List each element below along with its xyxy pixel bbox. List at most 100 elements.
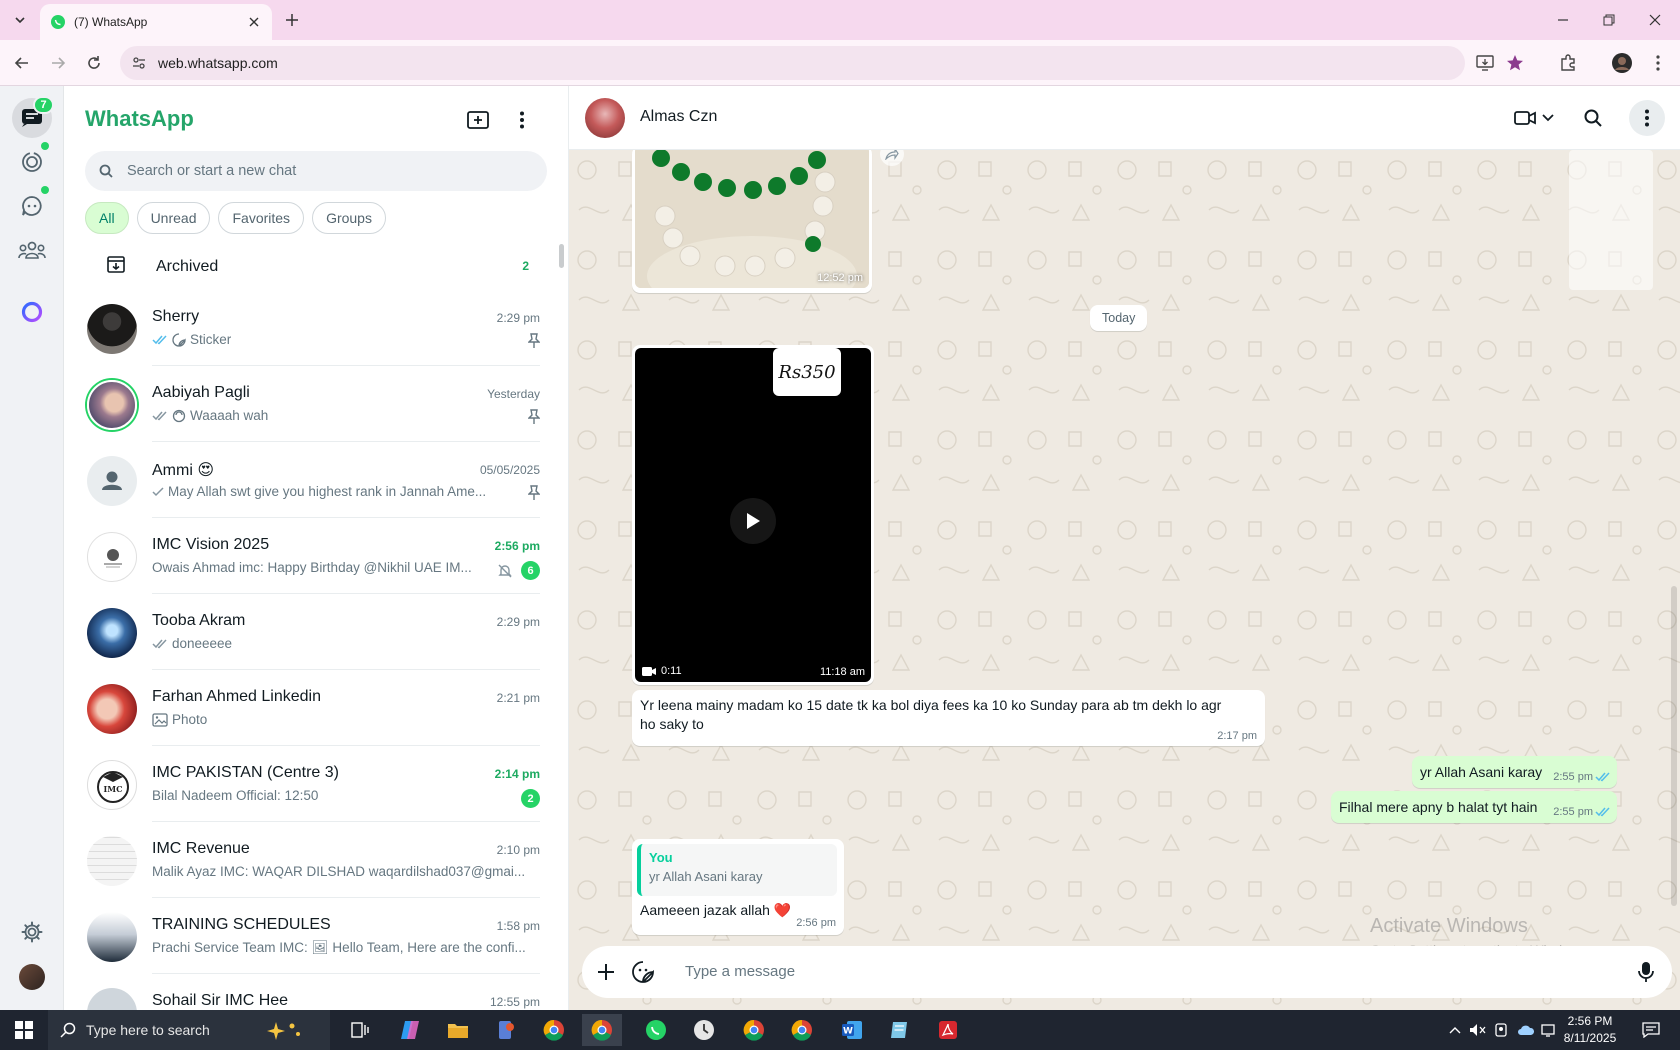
chrome-active-icon[interactable] <box>582 1014 622 1046</box>
taskbar-clock[interactable]: 2:56 PM 8/11/2025 <box>1551 1013 1629 1047</box>
communities-icon <box>18 239 46 261</box>
new-tab-button[interactable] <box>280 8 304 32</box>
chat-row-ammi[interactable]: Ammi 😍 05/05/2025 May Allah swt give you… <box>64 442 559 518</box>
volume-muted-icon[interactable] <box>1466 1010 1490 1050</box>
chat-row-imc-pakistan-centre-3[interactable]: IMC IMC PAKISTAN (Centre 3) 2:14 pm Bila… <box>64 746 559 822</box>
chat-name: IMC Revenue <box>152 840 250 857</box>
clock-app-icon[interactable] <box>684 1014 724 1046</box>
play-button[interactable] <box>730 498 776 544</box>
double-check-blue-icon <box>152 334 168 345</box>
windows-taskbar: Type here to search W 2:56 PM 8/11/2025 <box>0 1010 1680 1050</box>
chrome-icon[interactable] <box>534 1014 574 1046</box>
app-pin-icon[interactable] <box>486 1014 526 1046</box>
sticker-emoji-icon[interactable] <box>629 958 657 986</box>
meet-now-icon[interactable] <box>1490 1010 1514 1050</box>
svg-text:W: W <box>843 1027 853 1037</box>
clock-date: 8/11/2025 <box>1563 1031 1617 1045</box>
extensions-icon[interactable] <box>1556 51 1580 75</box>
archive-icon <box>106 254 126 274</box>
chat-list-menu-icon[interactable] <box>508 106 536 134</box>
task-view-icon[interactable] <box>340 1014 380 1046</box>
whatsapp-app-icon[interactable] <box>636 1014 676 1046</box>
double-check-blue-icon <box>1595 771 1611 782</box>
forward-button[interactable] <box>46 51 70 75</box>
default-avatar <box>87 456 137 506</box>
archived-row[interactable]: Archived 2 <box>64 242 568 290</box>
chat-row-sohail-sir[interactable]: Sohail Sir IMC Hee 12:55 pm <box>64 974 559 1010</box>
image-message[interactable]: 12:52 pm <box>632 150 872 293</box>
file-explorer-icon[interactable] <box>438 1014 478 1046</box>
reply-message[interactable]: You yr Allah Asani karay Aameeen jazak a… <box>632 839 844 935</box>
close-window-button[interactable] <box>1632 0 1678 40</box>
outgoing-message-1[interactable]: yr Allah Asani karay 2:55 pm <box>1412 756 1617 788</box>
quoted-message[interactable]: You yr Allah Asani karay <box>637 844 837 896</box>
tab-search-icon[interactable] <box>8 8 32 32</box>
chat-list-scrollbar[interactable] <box>559 244 564 268</box>
chrome-profile-2-icon[interactable] <box>734 1014 774 1046</box>
start-button[interactable] <box>0 1010 48 1050</box>
bracelet-photo[interactable]: 12:52 pm <box>635 150 869 288</box>
tab-title: (7) WhatsApp <box>74 15 148 29</box>
chat-row-tooba-akram[interactable]: Tooba Akram 2:29 pm doneeeee <box>64 594 559 670</box>
acrobat-icon[interactable] <box>928 1014 968 1046</box>
conversation-scrollbar[interactable] <box>1671 586 1677 906</box>
message-input[interactable]: Type a message <box>685 963 795 980</box>
microphone-icon[interactable] <box>1632 958 1660 986</box>
conversation-header[interactable]: Almas Czn <box>569 86 1680 150</box>
new-chat-icon[interactable] <box>464 106 492 134</box>
settings-nav-button[interactable] <box>12 912 52 952</box>
browser-menu-icon[interactable] <box>1646 51 1670 75</box>
chat-row-sherry[interactable]: Sherry 2:29 pm Sticker <box>64 290 559 366</box>
chrome-profile-3-icon[interactable] <box>782 1014 822 1046</box>
notifications-icon[interactable] <box>1636 1010 1666 1050</box>
filter-unread[interactable]: Unread <box>136 202 211 234</box>
notepad-icon[interactable] <box>880 1014 920 1046</box>
search-input[interactable]: Search or start a new chat <box>85 151 547 191</box>
back-button[interactable] <box>10 51 34 75</box>
incoming-text-message[interactable]: Yr leena mainy madam ko 15 date tk ka bo… <box>632 690 1265 746</box>
chat-row-imc-revenue[interactable]: IMC Revenue 2:10 pm Malik Ayaz IMC: WAQA… <box>64 822 559 898</box>
reload-button[interactable] <box>82 51 106 75</box>
outgoing-message-2[interactable]: Filhal mere apny b halat tyt hain 2:55 p… <box>1331 791 1617 823</box>
my-profile-avatar[interactable] <box>19 964 45 990</box>
chat-row-imc-vision-2025[interactable]: IMC Vision 2025 2:56 pm Owais Ahmad imc:… <box>64 518 559 594</box>
forward-button[interactable] <box>880 150 904 166</box>
filter-groups[interactable]: Groups <box>312 202 386 234</box>
chat-row-farhan-ahmed-linkedin[interactable]: Farhan Ahmed Linkedin 2:21 pm Photo <box>64 670 559 746</box>
chat-time: Yesterday <box>487 387 540 401</box>
video-message[interactable]: Rs350 0:11 11:18 am <box>632 345 874 685</box>
attach-plus-icon[interactable] <box>592 958 620 986</box>
single-check-icon <box>152 486 164 497</box>
minimize-button[interactable] <box>1540 0 1586 40</box>
filter-all[interactable]: All <box>85 202 129 234</box>
communities-nav-button[interactable] <box>12 230 52 270</box>
browser-tab-whatsapp[interactable]: (7) WhatsApp <box>40 4 272 40</box>
chat-row-aabiyah-pagli[interactable]: Aabiyah Pagli Yesterday Waaaah wah <box>64 366 559 442</box>
install-app-icon[interactable] <box>1470 46 1500 80</box>
site-info-icon[interactable] <box>132 56 146 70</box>
taskbar-search[interactable]: Type here to search <box>48 1010 330 1050</box>
copilot-icon[interactable] <box>390 1014 430 1046</box>
bookmark-star-icon[interactable] <box>1500 46 1530 80</box>
chat-time: 05/05/2025 <box>479 463 540 477</box>
svg-text:IMC: IMC <box>104 784 123 794</box>
video-call-button[interactable] <box>1509 104 1559 132</box>
contact-avatar[interactable] <box>585 98 625 138</box>
status-icon <box>20 150 44 174</box>
contact-name[interactable]: Almas Czn <box>640 108 717 126</box>
address-bar[interactable]: web.whatsapp.com <box>120 46 1523 80</box>
video-thumbnail[interactable]: Rs350 0:11 11:18 am <box>635 348 871 682</box>
weather-cloud-icon[interactable] <box>1514 1010 1538 1050</box>
tab-close-icon[interactable] <box>246 14 262 30</box>
restore-button[interactable] <box>1586 0 1632 40</box>
word-icon[interactable]: W <box>832 1014 872 1046</box>
chat-row-training-schedules[interactable]: TRAINING SCHEDULES 1:58 pm Prachi Servic… <box>64 898 559 974</box>
search-messages-icon[interactable] <box>1579 104 1607 132</box>
profile-avatar-icon[interactable] <box>1610 51 1634 75</box>
meta-ai-nav-button[interactable] <box>12 292 52 332</box>
pin-icon <box>528 409 540 425</box>
conversation-menu-icon[interactable] <box>1629 100 1665 136</box>
filter-favorites[interactable]: Favorites <box>218 202 305 234</box>
avatar <box>87 684 137 734</box>
tray-chevron-up-icon[interactable] <box>1442 1010 1468 1050</box>
